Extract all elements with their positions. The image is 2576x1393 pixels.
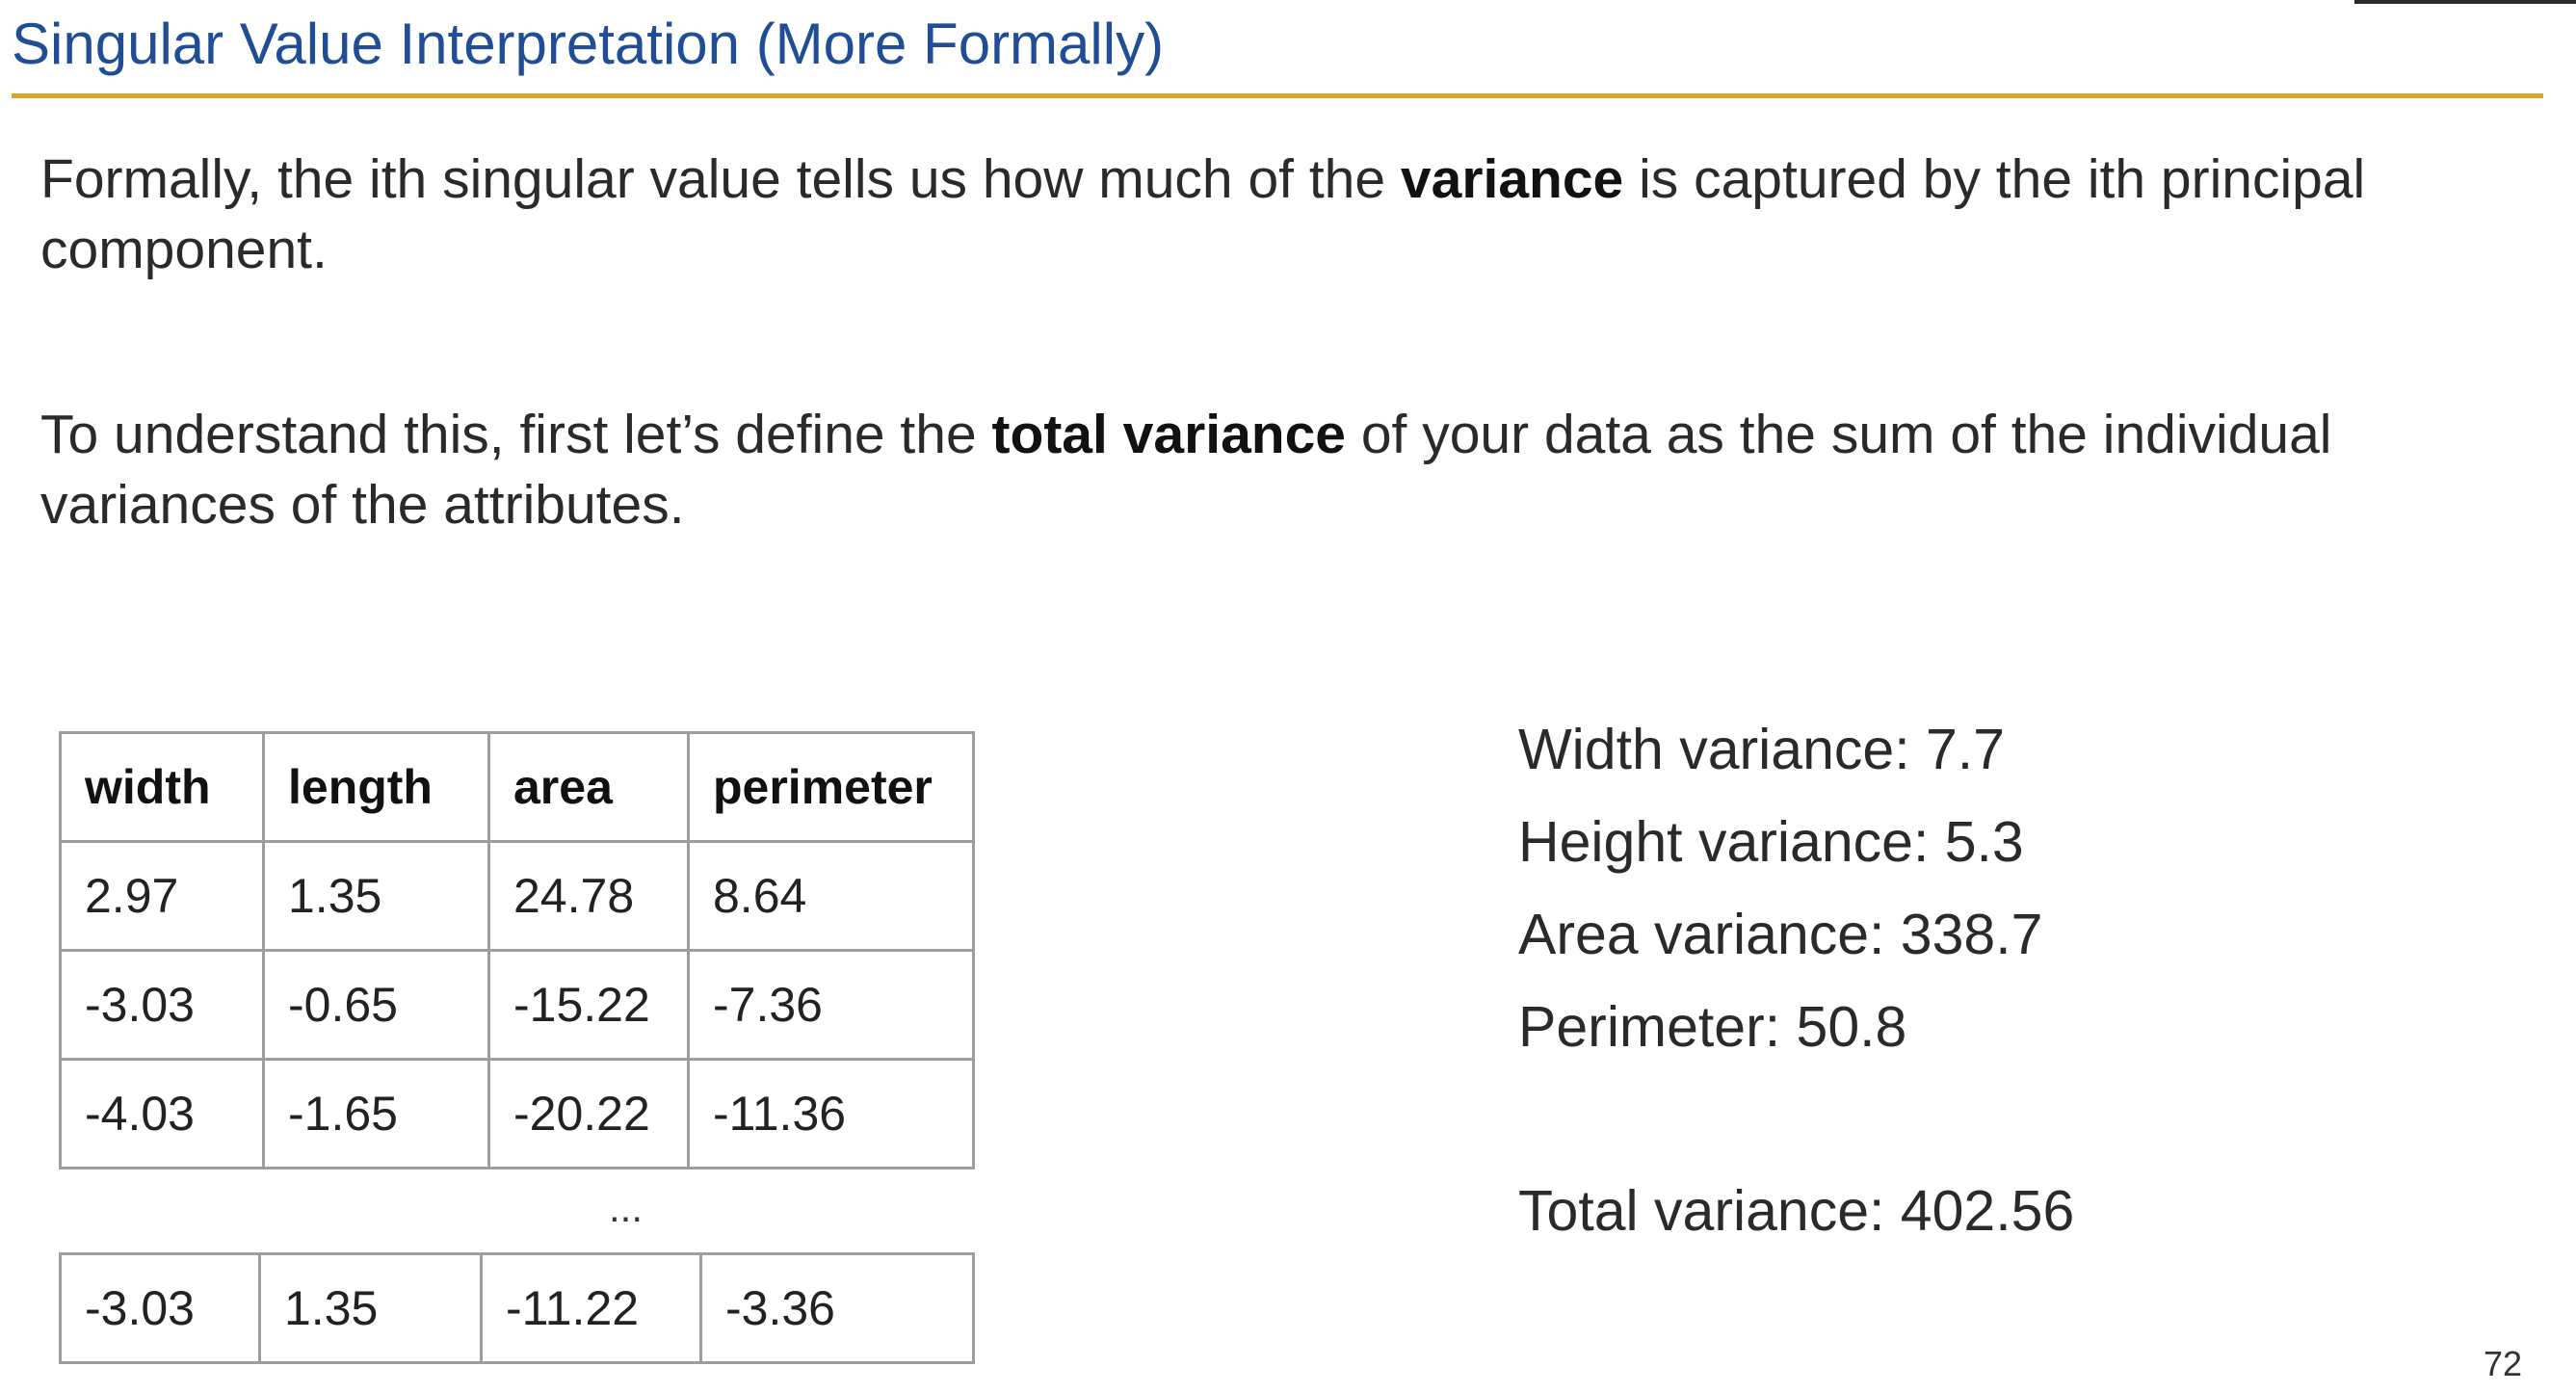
table-header-row: width length area perimeter	[59, 731, 975, 843]
data-table: width length area perimeter 2.97 1.35 24…	[59, 731, 975, 1170]
data-table-last-row: -3.03 1.35 -11.22 -3.36	[59, 1252, 975, 1364]
paragraph-total-variance: To understand this, first let’s define t…	[40, 400, 2487, 540]
para2-bold: total variance	[991, 404, 1347, 465]
table-row: -3.03 1.35 -11.22 -3.36	[59, 1252, 975, 1364]
table-row: -3.03 -0.65 -15.22 -7.36	[59, 949, 975, 1061]
table-cell: 24.78	[487, 840, 690, 952]
para2-pre: To understand this, first let’s define t…	[40, 404, 992, 465]
table-cell: -1.65	[262, 1058, 490, 1170]
area-variance: Area variance: 338.7	[1518, 903, 2043, 966]
table-cell: 8.64	[687, 840, 975, 952]
table-cell: -4.03	[59, 1058, 265, 1170]
title-underline	[12, 93, 2543, 98]
table-cell: -0.65	[262, 949, 490, 1061]
table-cell: -7.36	[687, 949, 975, 1061]
table-cell: -15.22	[487, 949, 690, 1061]
variance-list: Width variance: 7.7 Height variance: 5.3…	[1518, 703, 2042, 1073]
slide-title: Singular Value Interpretation (More Form…	[12, 12, 1165, 76]
table-cell: -3.03	[59, 949, 265, 1061]
table-header-cell: area	[487, 731, 690, 843]
table-header-cell: perimeter	[687, 731, 975, 843]
table-cell: 1.35	[262, 840, 490, 952]
para1-pre: Formally, the ith singular value tells u…	[40, 148, 1401, 210]
table-row: 2.97 1.35 24.78 8.64	[59, 840, 975, 952]
para1-bold: variance	[1400, 148, 1624, 210]
table-cell: 1.35	[258, 1252, 483, 1364]
table-header-cell: length	[262, 731, 490, 843]
table-cell: -20.22	[487, 1058, 690, 1170]
table-cell: -3.36	[699, 1252, 975, 1364]
height-variance: Height variance: 5.3	[1518, 810, 2024, 874]
total-variance: Total variance: 402.56	[1518, 1179, 2075, 1243]
corner-mark	[2354, 0, 2576, 4]
table-cell: 2.97	[59, 840, 265, 952]
perimeter-variance: Perimeter: 50.8	[1518, 995, 1907, 1059]
width-variance: Width variance: 7.7	[1518, 718, 2006, 781]
paragraph-variance: Formally, the ith singular value tells u…	[40, 145, 2487, 285]
table-row: -4.03 -1.65 -20.22 -11.36	[59, 1058, 975, 1170]
table-cell: -11.36	[687, 1058, 975, 1170]
table-cell: -11.22	[480, 1252, 702, 1364]
table-header-cell: width	[59, 731, 265, 843]
page-number: 72	[2484, 1344, 2523, 1383]
table-ellipsis: ...	[609, 1185, 644, 1230]
table-cell: -3.03	[59, 1252, 261, 1364]
